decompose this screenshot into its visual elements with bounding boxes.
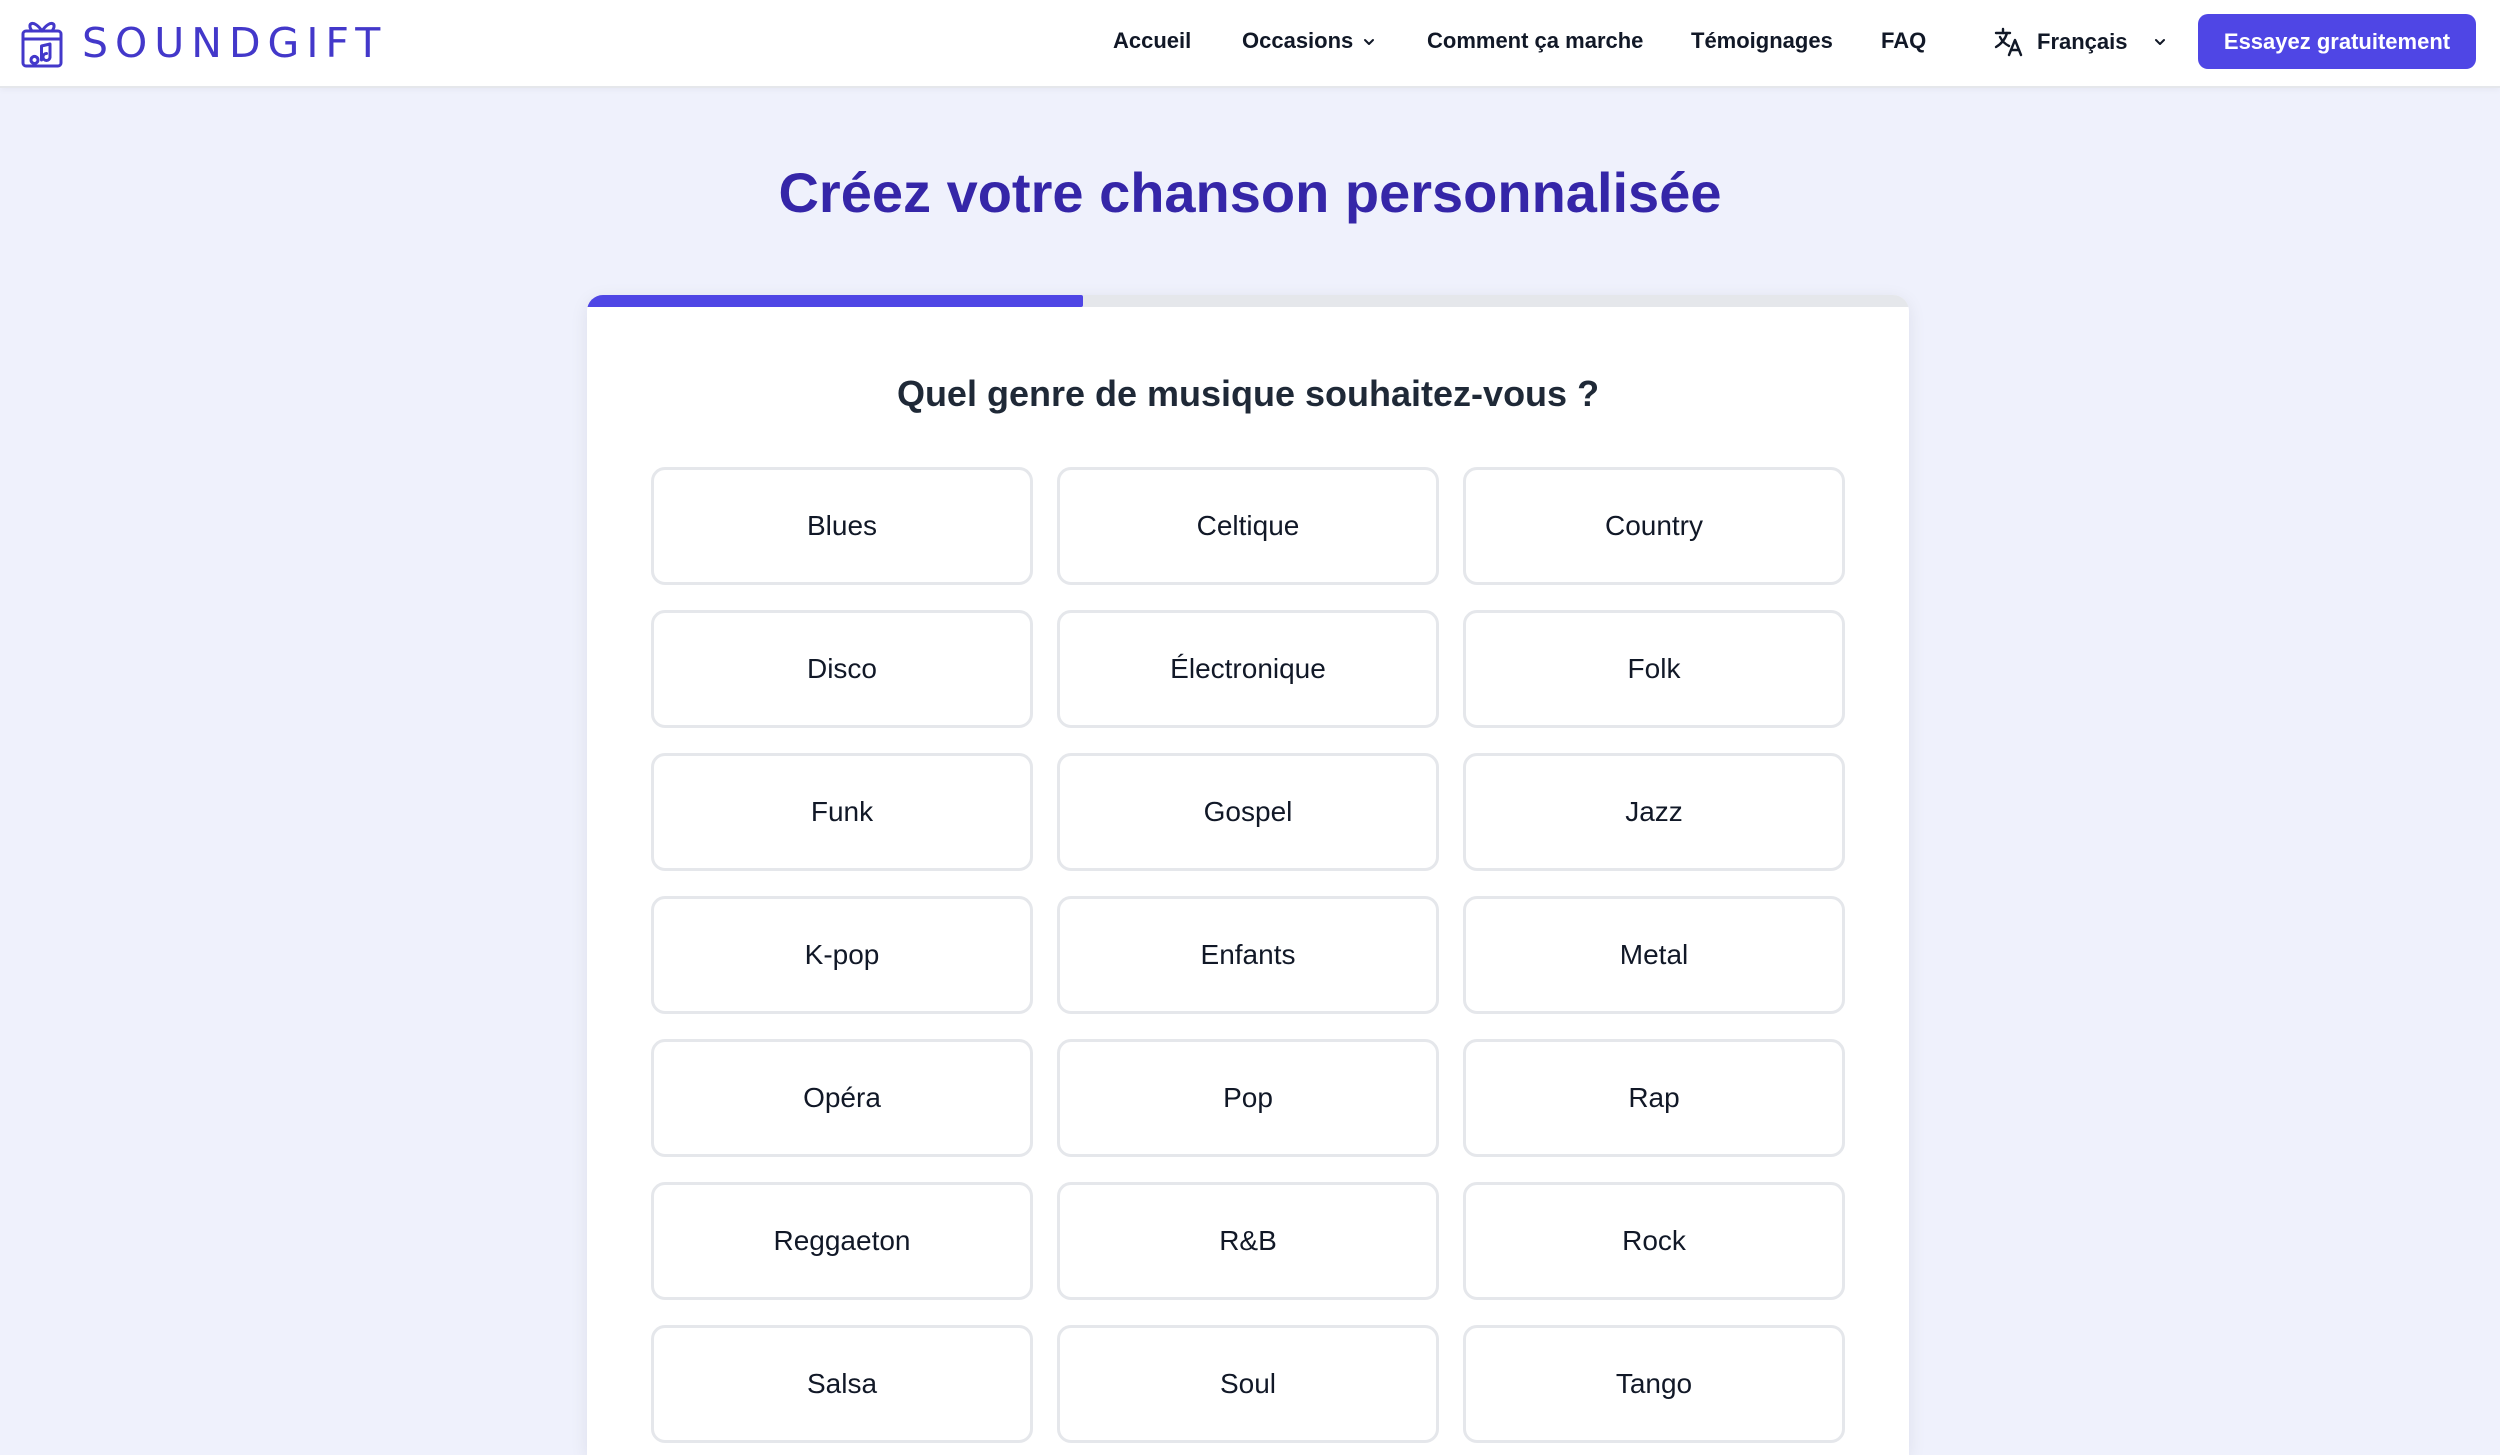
- genre-option-folk[interactable]: Folk: [1463, 610, 1845, 728]
- genre-option-metal[interactable]: Metal: [1463, 896, 1845, 1014]
- chevron-down-icon: [1364, 39, 1375, 46]
- genre-options-grid: Blues Celtique Country Disco Électronique Fol…: [651, 467, 1845, 1443]
- language-selector[interactable]: Français: [1993, 24, 2168, 60]
- chevron-down-icon: [2154, 39, 2165, 45]
- language-label: Français: [2037, 29, 2128, 54]
- genre-option-tango[interactable]: Tango: [1463, 1325, 1845, 1443]
- genre-step-card: Quel genre de musique souhaitez-vous ? B…: [587, 295, 1909, 1455]
- brand-logo[interactable]: SOUNDGIFT: [20, 16, 387, 70]
- try-free-button[interactable]: Essayez gratuitement: [2198, 14, 2476, 69]
- genre-option-r-b[interactable]: R&B: [1057, 1182, 1439, 1300]
- genre-option-electronique[interactable]: Électronique: [1057, 610, 1439, 728]
- genre-option-salsa[interactable]: Salsa: [651, 1325, 1033, 1443]
- site-header: SOUNDGIFT Accueil Occasions Comment ça m…: [0, 0, 2500, 88]
- genre-option-gospel[interactable]: Gospel: [1057, 753, 1439, 871]
- genre-option-rap[interactable]: Rap: [1463, 1039, 1845, 1157]
- genre-option-reggaeton[interactable]: Reggaeton: [651, 1182, 1033, 1300]
- genre-option-blues[interactable]: Blues: [651, 467, 1033, 585]
- nav-item-accueil[interactable]: Accueil: [1113, 27, 1191, 55]
- nav-item-occasions-label: Occasions: [1242, 28, 1354, 53]
- genre-option-opera[interactable]: Opéra: [651, 1039, 1033, 1157]
- genre-option-funk[interactable]: Funk: [651, 753, 1033, 871]
- genre-option-jazz[interactable]: Jazz: [1463, 753, 1845, 871]
- progress-bar-fill: [587, 295, 1083, 307]
- genre-option-soul[interactable]: Soul: [1057, 1325, 1439, 1443]
- progress-bar: [587, 295, 1909, 307]
- nav-item-comment-ca-marche[interactable]: Comment ça marche: [1427, 27, 1643, 55]
- genre-option-country[interactable]: Country: [1463, 467, 1845, 585]
- genre-option-disco[interactable]: Disco: [651, 610, 1033, 728]
- step-question: Quel genre de musique souhaitez-vous ?: [896, 373, 1600, 414]
- genre-option-enfants[interactable]: Enfants: [1057, 896, 1439, 1014]
- nav-item-occasions[interactable]: Occasions: [1242, 27, 1377, 55]
- translate-icon: [1994, 27, 2023, 57]
- genre-option-pop[interactable]: Pop: [1057, 1039, 1439, 1157]
- nav-item-faq[interactable]: FAQ: [1881, 27, 1926, 55]
- brand-name: SOUNDGIFT: [82, 19, 388, 67]
- nav-item-temoignages[interactable]: Témoignages: [1691, 27, 1833, 55]
- genre-option-k-pop[interactable]: K-pop: [651, 896, 1033, 1014]
- genre-option-rock[interactable]: Rock: [1463, 1182, 1845, 1300]
- gift-music-note-icon: [21, 22, 63, 68]
- genre-option-celtique[interactable]: Celtique: [1057, 467, 1439, 585]
- page-title: Créez votre chanson personnalisée: [778, 161, 1722, 224]
